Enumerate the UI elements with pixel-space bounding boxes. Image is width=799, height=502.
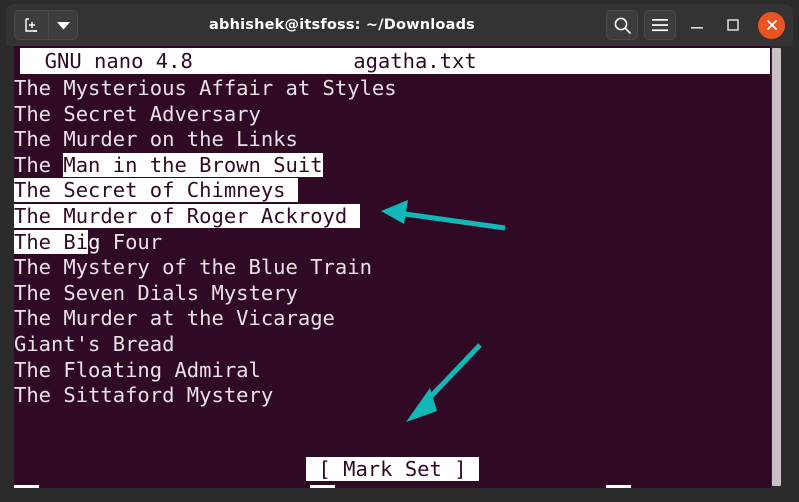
hamburger-menu-icon bbox=[652, 19, 668, 32]
nano-text-line[interactable]: The Mysterious Affair at Styles bbox=[14, 76, 771, 102]
selected-text: The Murder of Roger Ackroyd bbox=[14, 203, 360, 228]
line-text: The Murder on the Links bbox=[14, 127, 298, 152]
close-button[interactable] bbox=[758, 11, 785, 39]
titlebar-right-controls bbox=[606, 10, 785, 40]
window-title: abhishek@itsfoss: ~/Downloads bbox=[209, 17, 475, 33]
line-text: The Mysterious Affair at Styles bbox=[14, 76, 397, 100]
selected-text: The Secret of Chimneys bbox=[14, 178, 298, 203]
terminal-left-margin bbox=[6, 46, 14, 498]
nano-text-line[interactable]: The Big Four bbox=[14, 229, 771, 256]
nano-text-line[interactable]: The Secret Adversary bbox=[14, 102, 771, 128]
window-titlebar: abhishek@itsfoss: ~/Downloads bbox=[6, 4, 793, 46]
line-text-unselected: Four bbox=[100, 229, 163, 254]
maximize-button[interactable] bbox=[718, 10, 748, 40]
nano-text-line[interactable]: The Floating Admiral bbox=[14, 358, 771, 384]
line-text: Giant's Bread bbox=[14, 331, 175, 356]
close-icon bbox=[766, 20, 777, 30]
nano-text-line[interactable]: The Secret of Chimneys bbox=[14, 178, 771, 204]
line-text: The Secret Adversary bbox=[14, 101, 261, 126]
line-text: The Floating Admiral bbox=[14, 357, 261, 382]
nano-status-line: [ Mark Set ] bbox=[14, 456, 771, 482]
mark-set-status-message: [ Mark Set ] bbox=[306, 457, 479, 481]
chevron-down-icon bbox=[56, 21, 70, 29]
line-text-unselected: The bbox=[14, 152, 64, 177]
nano-text-buffer[interactable]: The Mysterious Affair at Styles The Secre… bbox=[14, 76, 771, 409]
minimize-button[interactable] bbox=[682, 10, 712, 40]
nano-text-line[interactable]: The Murder on the Links bbox=[14, 127, 771, 153]
nano-editor-screen[interactable]: GNU nano 4.8 agatha.txt The Mysterious A… bbox=[14, 46, 771, 498]
text-cursor: g bbox=[88, 229, 101, 254]
nano-text-line[interactable]: The Sittaford Mystery bbox=[14, 383, 771, 409]
selected-text: Man in the Brown Suit bbox=[63, 152, 323, 177]
titlebar-left-controls bbox=[14, 10, 78, 40]
nano-text-line[interactable]: The Man in the Brown Suit bbox=[14, 152, 771, 179]
line-text: The Sittaford Mystery bbox=[14, 383, 274, 408]
nano-text-line[interactable]: Giant's Bread bbox=[14, 332, 771, 358]
nano-text-line[interactable]: The Murder at the Vicarage bbox=[14, 306, 771, 332]
search-button[interactable] bbox=[606, 10, 638, 40]
minimize-icon bbox=[691, 27, 703, 29]
nano-text-line[interactable]: The Seven Dials Mystery bbox=[14, 281, 771, 307]
line-text: The Murder at the Vicarage bbox=[14, 306, 335, 331]
line-text: The Mystery of the Blue Train bbox=[14, 255, 372, 280]
selected-text: The Bi bbox=[14, 229, 89, 254]
menu-button[interactable] bbox=[644, 10, 676, 40]
line-text: The Seven Dials Mystery bbox=[14, 280, 298, 305]
tab-dropdown-button[interactable] bbox=[48, 10, 78, 40]
new-tab-icon bbox=[25, 17, 37, 32]
search-icon bbox=[614, 17, 631, 34]
nano-title-bar: GNU nano 4.8 agatha.txt bbox=[20, 48, 770, 74]
new-tab-button[interactable] bbox=[14, 10, 48, 40]
terminal-window: abhishek@itsfoss: ~/Downloads GNU nano 4… bbox=[0, 0, 799, 502]
terminal-scrollbar[interactable] bbox=[772, 48, 781, 486]
nano-text-line[interactable]: The Murder of Roger Ackroyd bbox=[14, 203, 771, 230]
maximize-icon bbox=[727, 19, 739, 31]
terminal-bottom-margin bbox=[6, 488, 793, 498]
nano-text-line[interactable]: The Mystery of the Blue Train bbox=[14, 255, 771, 281]
terminal-content-area[interactable]: GNU nano 4.8 agatha.txt The Mysterious A… bbox=[6, 46, 793, 498]
